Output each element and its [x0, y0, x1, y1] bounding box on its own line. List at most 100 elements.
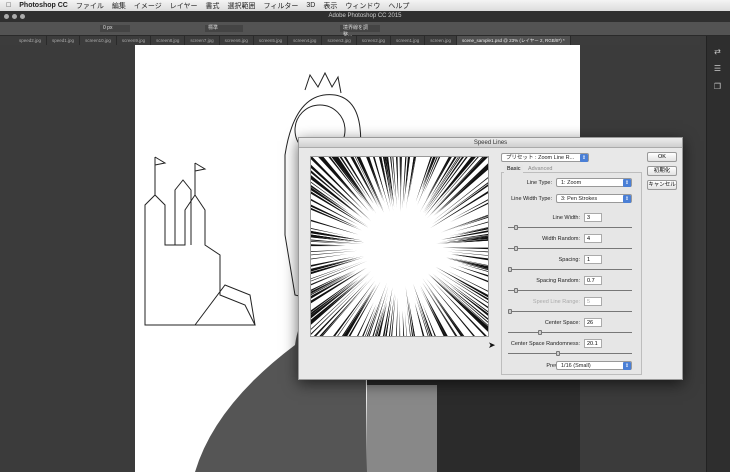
- apple-icon[interactable]: : [6, 2, 11, 9]
- field-slider[interactable]: [508, 310, 632, 314]
- speed-line: [403, 311, 409, 337]
- refine-edge-button[interactable]: 境界線を調整...: [340, 25, 380, 32]
- reset-button[interactable]: 初期化: [647, 166, 677, 176]
- document-tab[interactable]: screen7.jpg: [185, 36, 219, 45]
- feather-input[interactable]: 0 px: [100, 25, 130, 32]
- line-width-type-value: 3: Pen Strokes: [561, 196, 597, 202]
- slider-track: [508, 353, 632, 354]
- document-tab[interactable]: screen3.jpg: [322, 36, 356, 45]
- menu-image[interactable]: イメージ: [134, 1, 162, 11]
- menu-filter[interactable]: フィルター: [264, 1, 299, 11]
- speed-line: [392, 297, 398, 337]
- slider-track: [508, 332, 632, 333]
- right-panel-dock: ⇄ ☰ ❐: [706, 36, 730, 472]
- document-tab[interactable]: screen4.jpg: [288, 36, 322, 45]
- field-slider[interactable]: [508, 226, 632, 230]
- adjustments-icon[interactable]: ☰: [712, 63, 723, 74]
- slider-knob[interactable]: [508, 309, 512, 314]
- document-tab[interactable]: screen8.jpg: [151, 36, 185, 45]
- preset-value: プリセット : Zoom Line R...: [506, 155, 574, 161]
- line-width-type-label: Line Width Type:: [442, 196, 552, 202]
- menu-help[interactable]: ヘルプ: [388, 1, 409, 11]
- speed-line: [311, 268, 367, 333]
- speed-line: [408, 299, 427, 337]
- chevron-updown-icon: ⇕: [623, 362, 631, 370]
- slider-knob[interactable]: [514, 225, 518, 230]
- document-tab[interactable]: screen2.jpg: [357, 36, 391, 45]
- field-slider[interactable]: [508, 331, 632, 335]
- preset-select[interactable]: プリセット : Zoom Line R... ⇕: [501, 153, 589, 162]
- document-tab[interactable]: screen.jpg: [425, 36, 457, 45]
- tab-basic[interactable]: Basic: [504, 165, 523, 173]
- document-tab[interactable]: screen5.jpg: [254, 36, 288, 45]
- style-select[interactable]: 標準: [205, 25, 243, 32]
- speed-line: [406, 286, 424, 337]
- field-slider[interactable]: [508, 289, 632, 293]
- slider-knob[interactable]: [508, 267, 512, 272]
- field-label: Spacing:: [470, 257, 580, 263]
- slider-knob[interactable]: [556, 351, 560, 356]
- field-input[interactable]: 0.7: [584, 276, 602, 285]
- menu-type[interactable]: 書式: [206, 1, 220, 11]
- minimize-window-button[interactable]: [12, 14, 17, 19]
- slider-knob[interactable]: [514, 246, 518, 251]
- speed-line: [434, 157, 489, 221]
- field-slider[interactable]: [508, 268, 632, 272]
- speed-line: [436, 267, 489, 327]
- slider-track: [508, 227, 632, 228]
- field-input[interactable]: 26: [584, 318, 602, 327]
- field-input[interactable]: 1: [584, 255, 602, 264]
- line-width-type-select[interactable]: 3: Pen Strokes ⇕: [556, 194, 632, 203]
- menu-view[interactable]: 表示: [323, 1, 337, 11]
- speed-line: [401, 157, 404, 212]
- zoom-window-button[interactable]: [20, 14, 25, 19]
- slider-knob[interactable]: [538, 330, 542, 335]
- menu-edit[interactable]: 編集: [112, 1, 126, 11]
- speed-line: [450, 250, 489, 257]
- speed-line: [398, 157, 402, 187]
- field-input[interactable]: 4: [584, 234, 602, 243]
- close-window-button[interactable]: [4, 14, 9, 19]
- document-tab[interactable]: screen9.jpg: [117, 36, 151, 45]
- window-title-bar: Adobe Photoshop CC 2015: [0, 11, 730, 22]
- document-tab[interactable]: scene_sample1.psd @ 23% (レイヤー 2, RGB/8*)…: [457, 36, 571, 45]
- chevron-updown-icon: ⇕: [623, 195, 631, 203]
- menu-select[interactable]: 選択範囲: [228, 1, 256, 11]
- basic-panel: Line Type: 1: Zoom ⇕ Line Width Type: 3:…: [501, 172, 642, 375]
- speed-line: [398, 310, 401, 337]
- slider-track: [508, 248, 632, 249]
- line-type-label: Line Type:: [442, 180, 552, 186]
- field-input[interactable]: 3: [584, 213, 602, 222]
- field-slider[interactable]: [508, 352, 632, 356]
- document-tab[interactable]: screen1.jpg: [391, 36, 425, 45]
- field-slider[interactable]: [508, 247, 632, 251]
- cancel-button[interactable]: キャンセル: [647, 180, 677, 190]
- document-tab[interactable]: speed1.jpg: [47, 36, 80, 45]
- menu-3d[interactable]: 3D: [306, 2, 315, 9]
- document-tab[interactable]: speed2.jpg: [14, 36, 47, 45]
- slider-track: [508, 290, 632, 291]
- field-label: Line Width:: [470, 215, 580, 221]
- line-type-value: 1: Zoom: [561, 180, 581, 186]
- preview-zoom-select[interactable]: 1/16 (Small) ⇕: [556, 361, 632, 370]
- field-input[interactable]: 5: [584, 297, 602, 306]
- document-tab[interactable]: screen6.jpg: [220, 36, 254, 45]
- speed-line: [410, 309, 427, 337]
- menu-layer[interactable]: レイヤー: [170, 1, 198, 11]
- document-tab[interactable]: screen10.jpg: [80, 36, 117, 45]
- menu-window[interactable]: ウィンドウ: [345, 1, 380, 11]
- field-input[interactable]: 20.1: [584, 339, 602, 348]
- speed-line: [384, 295, 396, 337]
- speed-line: [373, 299, 392, 337]
- line-type-select[interactable]: 1: Zoom ⇕: [556, 178, 632, 187]
- options-bar: 0 px 標準 境界線を調整...: [0, 22, 730, 36]
- slider-knob[interactable]: [514, 288, 518, 293]
- ok-button[interactable]: OK: [647, 152, 677, 162]
- speed-line: [355, 157, 390, 212]
- speed-line: [316, 294, 372, 337]
- history-icon[interactable]: ⇄: [712, 46, 723, 57]
- layers-icon[interactable]: ❐: [712, 81, 723, 92]
- speed-line: [442, 247, 489, 251]
- menu-app[interactable]: Photoshop CC: [19, 2, 68, 9]
- menu-file[interactable]: ファイル: [76, 1, 104, 11]
